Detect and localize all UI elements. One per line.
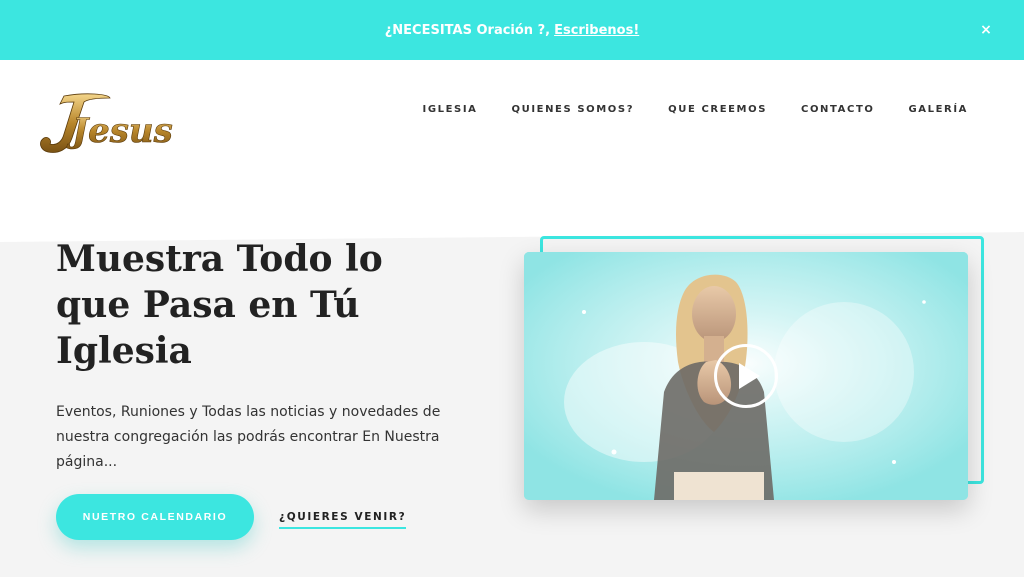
video-thumbnail[interactable] [524,252,968,500]
calendar-button[interactable]: NUETRO CALENDARIO [56,494,254,540]
site-header: Jesus IGLESIA QUIENES SOMOS? QUE CREEMOS… [0,60,1024,180]
jesus-logo[interactable]: Jesus [36,90,176,160]
logo-text: Jesus [66,111,173,151]
nav-item-quienes-somos[interactable]: QUIENES SOMOS? [512,104,635,115]
announcement-link[interactable]: Escribenos! [554,23,639,38]
play-icon[interactable] [714,344,778,408]
announcement-bar: ¿NECESITAS Oración ?, Escribenos! × [0,0,1024,60]
hero-title: Muestra Todo lo que Pasa en Tú Iglesia [56,238,383,372]
main-nav: IGLESIA QUIENES SOMOS? QUE CREEMOS CONTA… [423,104,969,115]
visit-link[interactable]: ¿QUIERES VENIR? [279,511,407,529]
nav-item-galeria[interactable]: GALERÍA [908,104,968,115]
close-icon[interactable]: × [976,20,996,40]
nav-item-que-creemos[interactable]: QUE CREEMOS [668,104,767,115]
announcement-text: ¿NECESITAS Oración ?, [384,22,551,38]
announcement-message: ¿NECESITAS Oración ?, Escribenos! [385,23,640,38]
nav-item-iglesia[interactable]: IGLESIA [423,104,478,115]
nav-item-contacto[interactable]: CONTACTO [801,104,874,115]
hero-description: Eventos, Runiones y Todas las noticias y… [56,404,441,470]
